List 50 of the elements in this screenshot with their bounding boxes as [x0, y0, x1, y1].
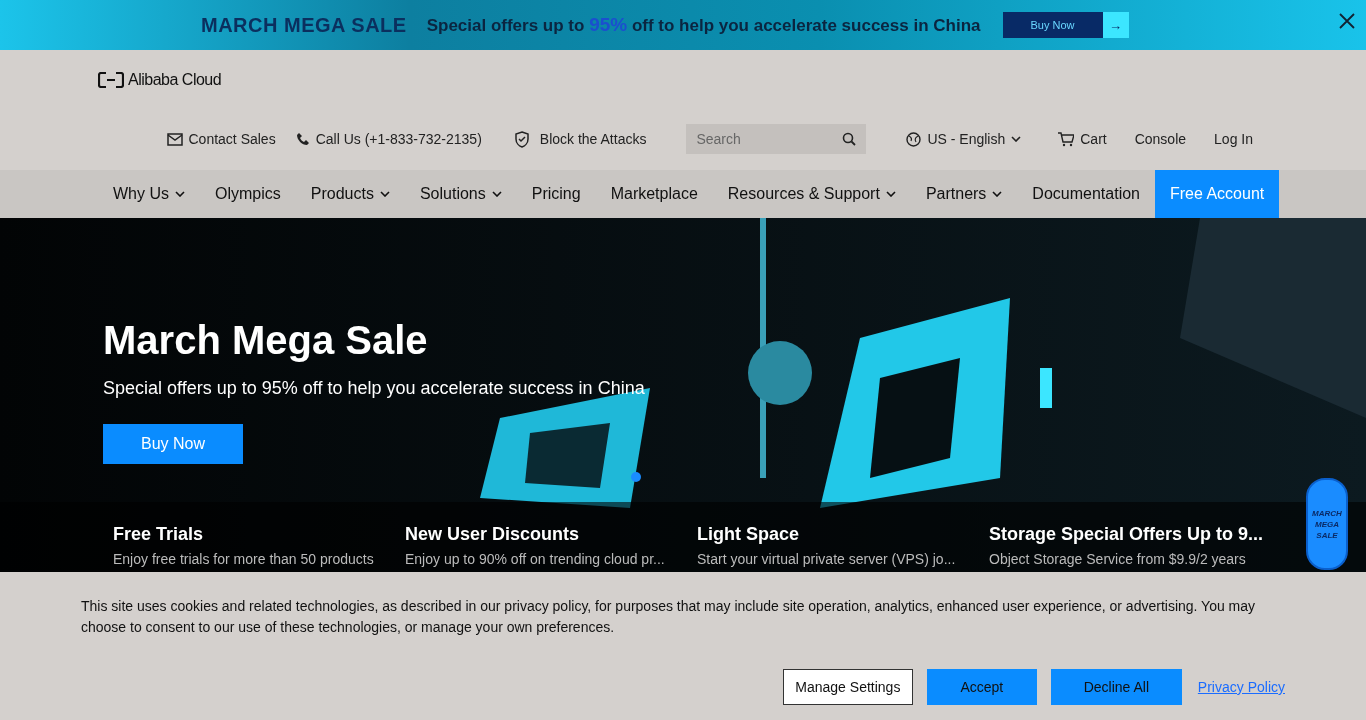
nav-item[interactable]: Pricing [516, 170, 596, 218]
shield-icon [513, 130, 530, 148]
search-field[interactable]: Search [686, 124, 867, 154]
cart-icon [1057, 131, 1075, 147]
search-icon[interactable] [842, 132, 857, 146]
offer-text: Enjoy free trials for more than 50 products [113, 551, 375, 567]
nav-item[interactable]: Olympics [200, 170, 296, 218]
logo-text[interactable]: Alibaba Cloud [128, 71, 222, 89]
cookie-notice-text: This site uses cookies and related technologies, as described in our privacy policy, for purposes that may include site operation, analytics, enhanced user experience, or advertising. You may choose to consent to our use of these technologies, or manage your own preferences. [81, 597, 1257, 637]
offer-text: Object Storage Service from $9.9/2 years [989, 551, 1247, 567]
caret-icon [175, 191, 185, 197]
consent-button[interactable]: Decline All [1050, 669, 1182, 705]
nav-item[interactable]: Solutions [404, 170, 517, 218]
nav-item[interactable]: Products [295, 170, 405, 218]
header-link[interactable]: Block the Attacks [539, 131, 647, 147]
carousel-dot[interactable] [631, 472, 641, 482]
nav-item[interactable]: Why Us [98, 170, 200, 218]
caret-icon [491, 191, 502, 197]
cart-link[interactable]: Cart [1080, 131, 1107, 147]
nav-item[interactable]: Marketplace [595, 170, 713, 218]
offer-title[interactable]: New User Discounts [405, 524, 697, 545]
nav-item[interactable]: Partners [910, 170, 1018, 218]
offer-title[interactable]: Storage Special Offers Up to 9... [989, 524, 1281, 545]
offer-text: Enjoy up to 90% off on trending cloud pr... [405, 551, 666, 567]
offer-title[interactable]: Free Trials [113, 524, 405, 545]
close-icon[interactable] [1339, 13, 1355, 29]
hero-title: March Mega Sale [103, 317, 429, 364]
offer-title[interactable]: Light Space [697, 524, 989, 545]
hero-subtitle: Special offers up to 95% off to help you accelerate success in China [103, 378, 646, 399]
nav-item[interactable]: Documentation [1017, 170, 1155, 218]
caret-icon [992, 191, 1003, 197]
phone-icon [295, 132, 310, 146]
nav-item[interactable]: Resources & Support [712, 170, 911, 218]
console-link[interactable]: Console [1134, 131, 1187, 147]
login-link[interactable]: Log In [1214, 131, 1253, 147]
promo-title: MARCH MEGA SALE [201, 13, 407, 37]
logo-icon [98, 72, 124, 88]
header-link[interactable]: Call Us (+1-833-732-2135) [315, 131, 482, 147]
header-link[interactable]: Contact Sales [188, 131, 276, 147]
caret-icon [1011, 136, 1022, 142]
sale-badge[interactable]: MARCH MEGA SALE [1306, 478, 1348, 570]
manage-settings-button[interactable]: Manage Settings [782, 669, 913, 705]
globe-icon [906, 131, 922, 147]
language-selector[interactable]: US - English [927, 131, 1022, 147]
mail-icon [166, 132, 183, 146]
consent-button[interactable]: Accept [926, 669, 1037, 705]
caret-icon [885, 191, 896, 197]
promo-text: Special offers up to 95% off to help you accelerate success in China [426, 14, 981, 36]
caret-icon [379, 191, 390, 197]
offer-text: Start your virtual private server (VPS) jo... [697, 551, 957, 567]
